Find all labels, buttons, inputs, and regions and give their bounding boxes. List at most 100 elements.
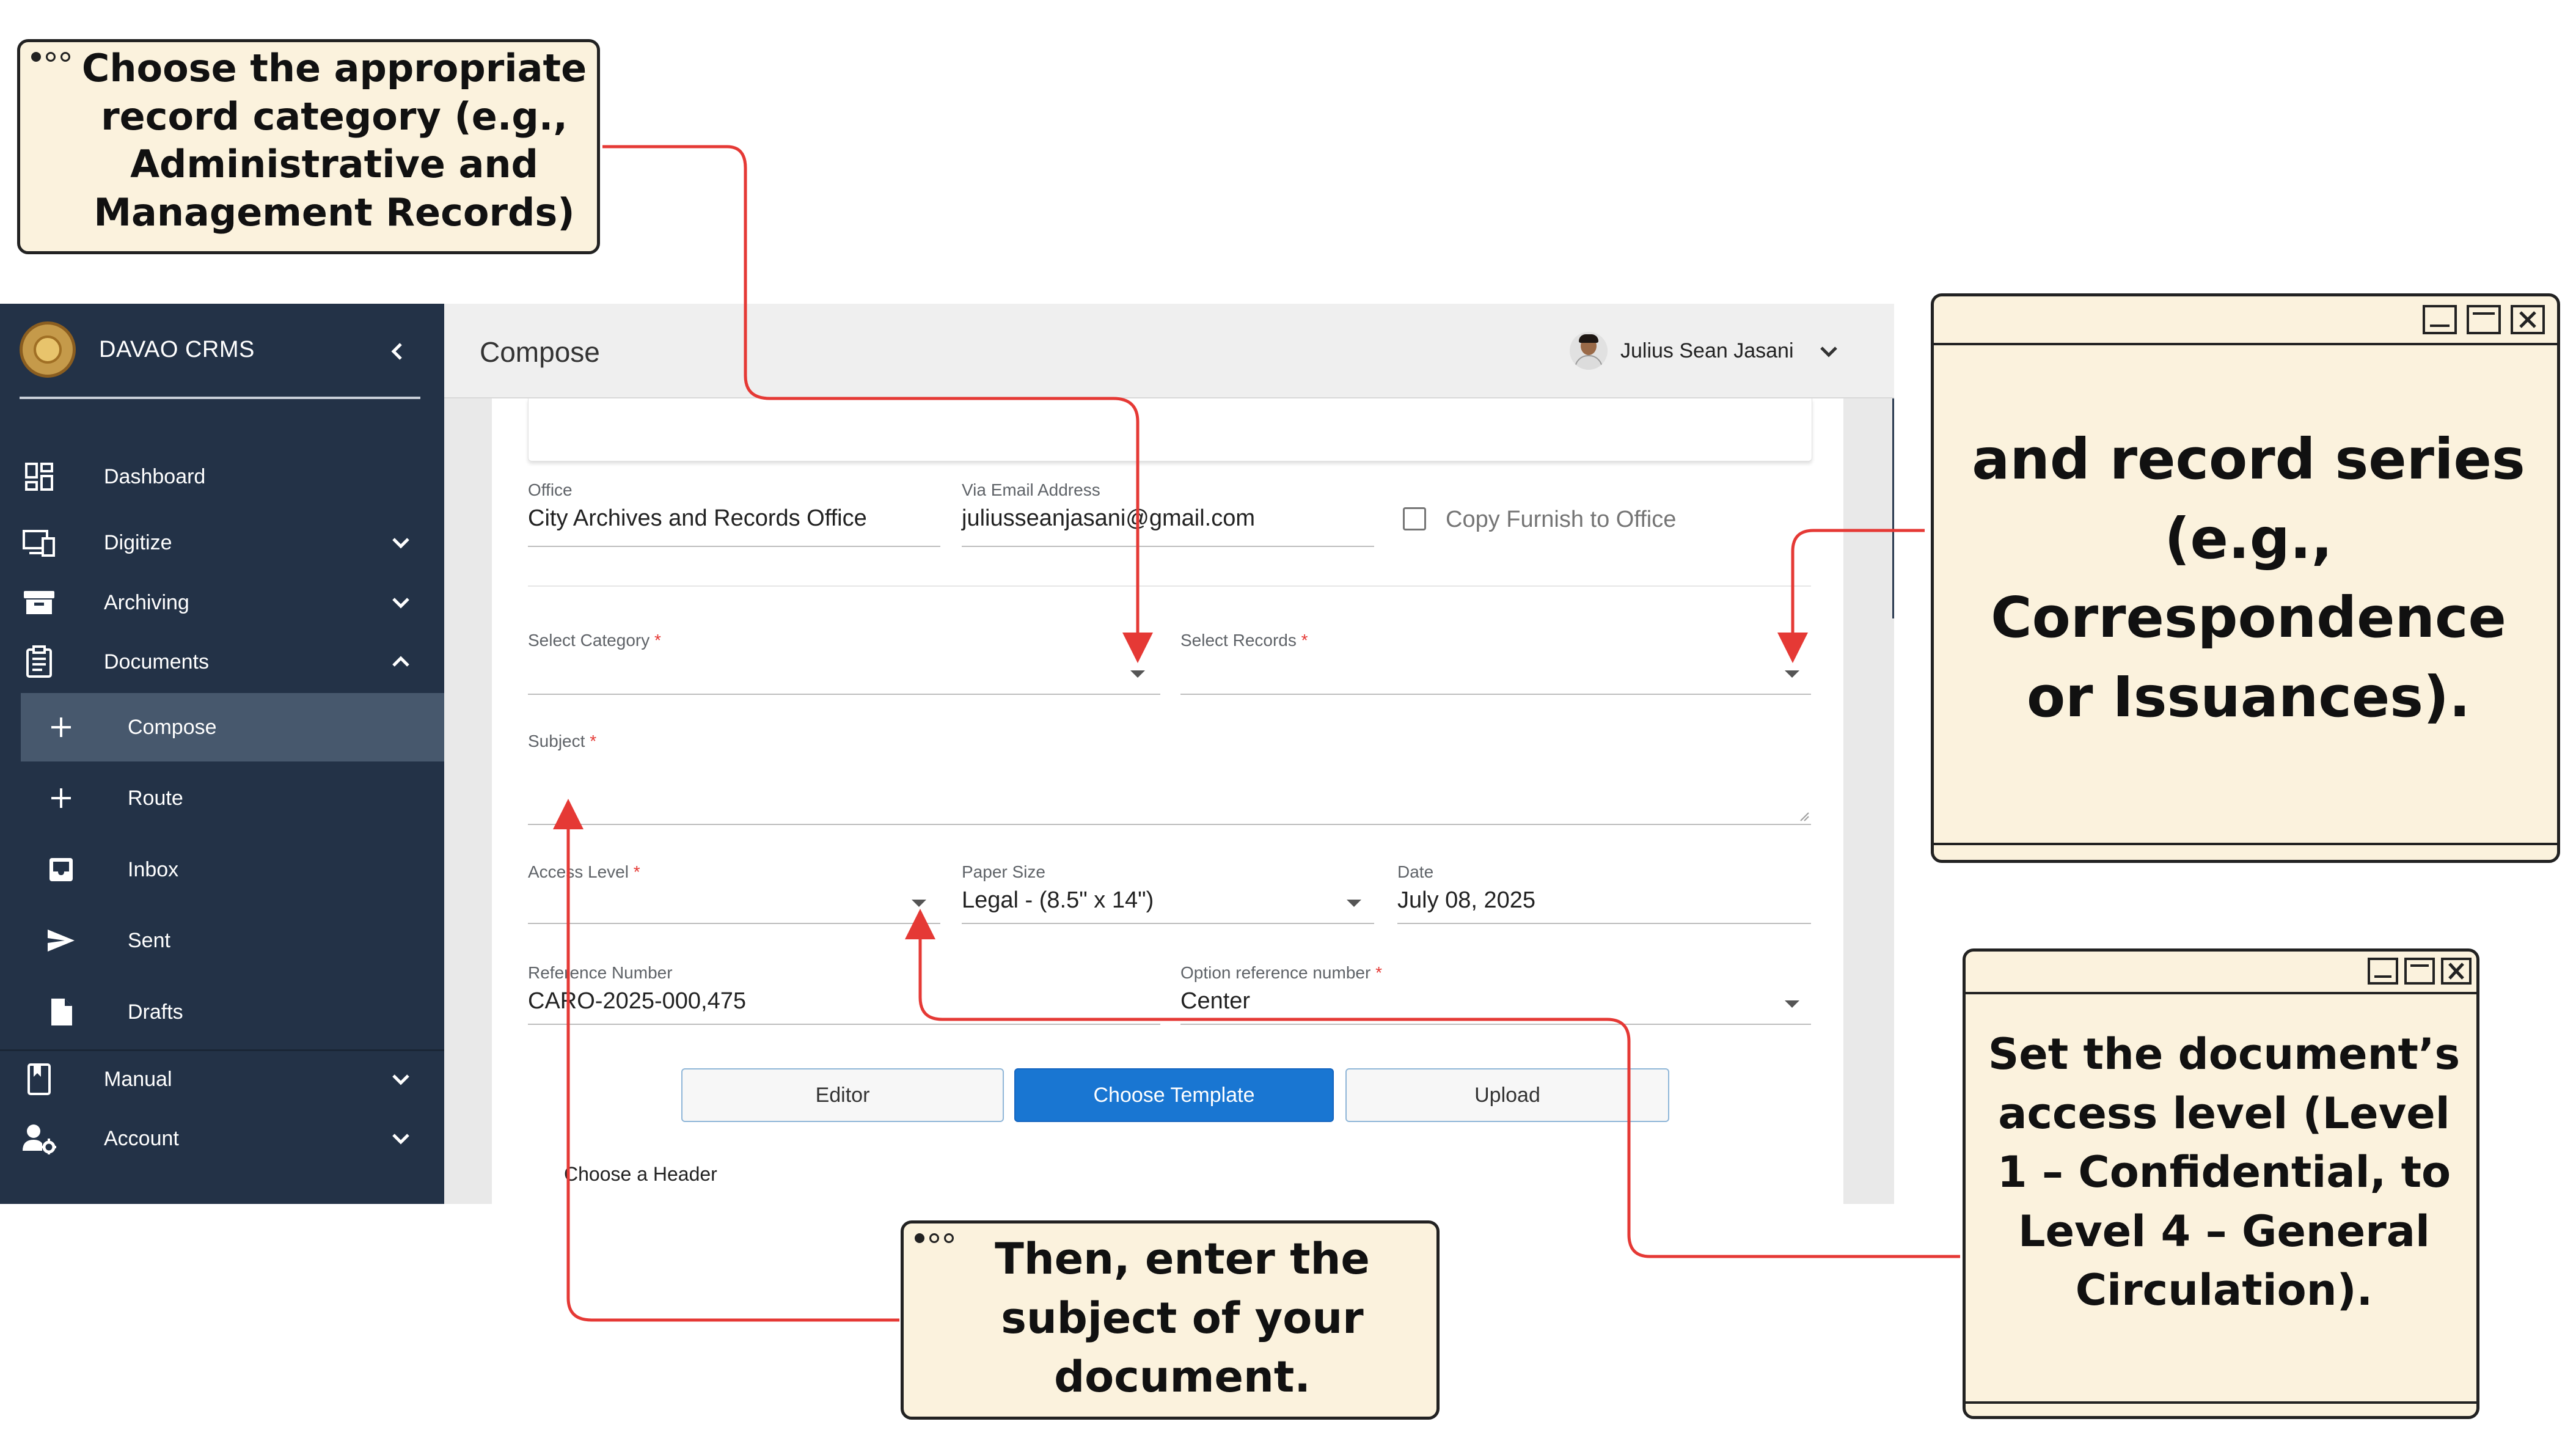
- option-reference-label: Option reference number *: [1180, 963, 1382, 982]
- editor-button[interactable]: Editor: [681, 1068, 1004, 1122]
- caret-down-icon[interactable]: [1130, 670, 1145, 678]
- dashboard-icon: [21, 458, 57, 495]
- category-label: Select Category *: [528, 631, 661, 650]
- user-name[interactable]: Julius Sean Jasani: [1620, 339, 1794, 363]
- callout-category-text: Choose the appropriate record category (…: [81, 46, 587, 235]
- sidebar-subitem-inbox[interactable]: Inbox: [21, 835, 444, 904]
- email-underline: [962, 546, 1374, 547]
- sidebar-subitem-label: Drafts: [128, 1000, 183, 1024]
- sidebar-subitem-label: Route: [128, 786, 183, 810]
- access-level-select[interactable]: [528, 923, 940, 924]
- sidebar-item-label: Dashboard: [104, 464, 206, 488]
- callout-series-text: and record series (e.g., Correspondence …: [1972, 427, 2525, 730]
- sidebar-item-account[interactable]: Account: [0, 1111, 444, 1166]
- sidebar-subitem-label: Compose: [128, 715, 217, 739]
- chevron-left-icon[interactable]: [385, 339, 409, 364]
- sidebar-item-archiving[interactable]: Archiving: [0, 575, 444, 630]
- archive-box-icon: [21, 584, 57, 621]
- page-title: Compose: [480, 336, 600, 368]
- chevron-down-icon: [392, 598, 409, 609]
- close-icon: [2441, 958, 2472, 985]
- choose-header-label: Choose a Header: [564, 1163, 717, 1185]
- chevron-down-icon: [392, 1074, 409, 1085]
- sidebar-item-digitize[interactable]: Digitize: [0, 515, 444, 570]
- paper-size-label: Paper Size: [962, 862, 1045, 881]
- office-field[interactable]: City Archives and Records Office: [528, 505, 867, 532]
- callout-subject: Then, enter the subject of your document…: [901, 1220, 1440, 1420]
- copy-furnish-label[interactable]: Copy Furnish to Office: [1446, 507, 1676, 533]
- sidebar-item-label: Documents: [104, 650, 209, 673]
- reference-number-label: Reference Number: [528, 963, 673, 982]
- callout-category: Choose the appropriate record category (…: [17, 39, 600, 254]
- chevron-down-icon[interactable]: [1817, 339, 1841, 364]
- devices-icon: [21, 524, 57, 561]
- caret-down-icon[interactable]: [1347, 900, 1361, 907]
- book-icon: [21, 1061, 57, 1098]
- sidebar-subitem-drafts[interactable]: Drafts: [21, 978, 444, 1046]
- sidebar-item-label: Account: [104, 1126, 179, 1150]
- chevron-down-icon: [392, 1134, 409, 1145]
- sidebar-item-label: Digitize: [104, 530, 172, 554]
- sidebar-item-documents[interactable]: Documents: [0, 634, 444, 689]
- brand: DAVAO CRMS: [20, 321, 255, 378]
- sidebar-divider: [0, 1049, 444, 1051]
- records-label: Select Records *: [1180, 631, 1308, 650]
- email-field[interactable]: juliusseanjasani@gmail.com: [962, 505, 1255, 532]
- sidebar-subitem-route[interactable]: Route: [21, 764, 444, 832]
- resize-grip-icon[interactable]: [1799, 812, 1809, 821]
- category-select[interactable]: [528, 694, 1160, 695]
- paper-size-select[interactable]: Legal - (8.5" x 14"): [962, 887, 1154, 914]
- sidebar-subitem-sent[interactable]: Sent: [21, 906, 444, 975]
- close-icon: [2511, 305, 2545, 334]
- caret-down-icon[interactable]: [912, 900, 926, 907]
- user-gear-icon: [21, 1120, 57, 1157]
- main-content: Office City Archives and Records Office …: [444, 398, 1894, 1204]
- date-label: Date: [1397, 862, 1434, 881]
- file-icon: [44, 995, 78, 1029]
- minimize-icon: [2368, 958, 2398, 985]
- sidebar-item-manual[interactable]: Manual: [0, 1052, 444, 1107]
- plus-icon: [44, 781, 78, 815]
- sidebar-item-label: Manual: [104, 1067, 172, 1091]
- sidebar-subitem-label: Inbox: [128, 857, 179, 881]
- callout-access-text: Set the document’s access level (Level 1…: [1988, 1029, 2461, 1316]
- callout-subject-text: Then, enter the subject of your document…: [995, 1234, 1370, 1403]
- sidebar-divider: [20, 397, 420, 399]
- copy-furnish-checkbox[interactable]: [1403, 507, 1426, 530]
- compose-form: Office City Archives and Records Office …: [492, 398, 1843, 1204]
- upload-button[interactable]: Upload: [1345, 1068, 1669, 1122]
- form-separator: [528, 585, 1811, 587]
- reference-number-field[interactable]: CARO-2025-000,475: [528, 988, 746, 1014]
- paper-size-underline: [962, 923, 1374, 924]
- chevron-down-icon: [392, 538, 409, 549]
- option-reference-select[interactable]: Center: [1180, 988, 1250, 1014]
- sidebar-item-dashboard[interactable]: Dashboard: [0, 449, 444, 504]
- app-window: DAVAO CRMS Dashboard Digitize Archiving: [0, 304, 1894, 1204]
- sidebar-subitem-label: Sent: [128, 928, 170, 952]
- scrollbar[interactable]: [1892, 398, 1894, 618]
- send-icon: [44, 923, 78, 958]
- office-label: Office: [528, 480, 573, 499]
- records-select[interactable]: [1180, 694, 1811, 695]
- callout-series: and record series (e.g., Correspondence …: [1931, 293, 2560, 863]
- avatar[interactable]: [1570, 332, 1608, 370]
- subject-input[interactable]: [528, 824, 1811, 825]
- plus-icon: [44, 710, 78, 744]
- maximize-icon: [2467, 305, 2501, 334]
- inbox-icon: [44, 853, 78, 887]
- sidebar: DAVAO CRMS Dashboard Digitize Archiving: [0, 304, 444, 1204]
- form-top-panel: [528, 398, 1812, 461]
- email-label: Via Email Address: [962, 480, 1100, 499]
- access-level-label: Access Level *: [528, 862, 640, 881]
- top-bar: Compose Julius Sean Jasani: [444, 304, 1894, 398]
- chevron-up-icon: [392, 656, 409, 667]
- caret-down-icon[interactable]: [1785, 1000, 1799, 1008]
- brand-name: DAVAO CRMS: [99, 336, 255, 362]
- caret-down-icon[interactable]: [1785, 670, 1799, 678]
- office-underline: [528, 546, 940, 547]
- date-field[interactable]: July 08, 2025: [1397, 887, 1535, 914]
- clipboard-icon: [21, 644, 57, 680]
- sidebar-subitem-compose[interactable]: Compose: [21, 693, 444, 761]
- choose-template-button[interactable]: Choose Template: [1014, 1068, 1334, 1122]
- sidebar-item-label: Archiving: [104, 590, 189, 614]
